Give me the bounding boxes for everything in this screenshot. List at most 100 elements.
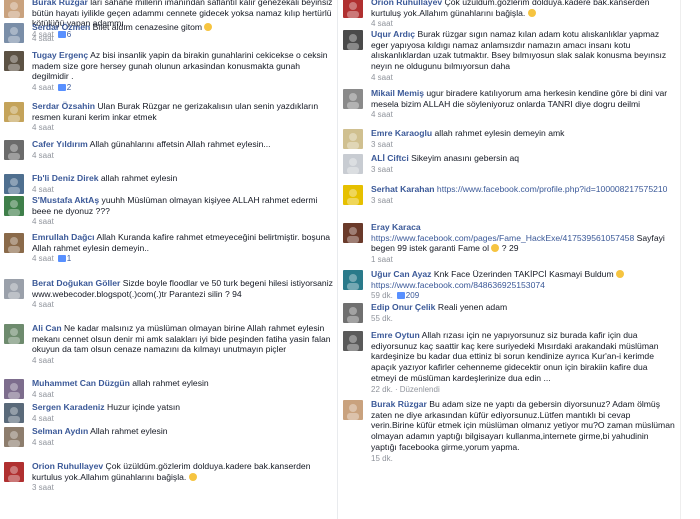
comment-text: Ne kadar malsınız ya müslüman olmayan bi… (32, 323, 331, 355)
comment-time[interactable]: 4 saat (371, 110, 393, 119)
commenter-name[interactable]: Serhat Karahan (371, 184, 435, 194)
comment-body: Selman Aydın Allah rahmet eylesin 4 saat (32, 426, 334, 448)
avatar[interactable] (343, 270, 363, 290)
commenter-name[interactable]: Cafer Yıldırım (32, 139, 88, 149)
commenter-name[interactable]: Uğur Can Ayaz (371, 269, 431, 279)
comment-meta: 3 saat (371, 196, 675, 206)
comment-time[interactable]: 59 dk. (371, 291, 393, 300)
commenter-name[interactable]: Fb'li Deniz Direk (32, 173, 99, 183)
commenter-name[interactable]: Burak Rüzgar (371, 399, 427, 409)
commenter-name[interactable]: ALİ Ciftci (371, 153, 409, 163)
like-count[interactable]: 209 (396, 291, 419, 300)
avatar[interactable] (4, 140, 24, 160)
commenter-name[interactable]: Emrullah Dağcı (32, 232, 95, 242)
comment-time[interactable]: 4 saat (32, 123, 54, 132)
commenter-name[interactable]: Orion Ruhullayev (371, 0, 442, 7)
comment-time[interactable]: 22 dk. (371, 385, 393, 394)
comment-time[interactable]: 4 saat (371, 19, 393, 28)
comment-body: ALİ Ciftci Sikeyim anasını gebersin aq 3 … (371, 153, 675, 175)
comment-time[interactable]: 1 saat (371, 255, 393, 264)
avatar[interactable] (4, 379, 24, 399)
comment-link[interactable]: https://www.facebook.com/pages/Fame_Hack… (371, 233, 634, 243)
edited-label[interactable]: Düzenlendi (400, 385, 440, 394)
comment-meta: 4 saat (32, 414, 334, 424)
commenter-name[interactable]: Edip Onur Çelik (371, 302, 435, 312)
comment-meta: 3 saat (371, 165, 675, 175)
comment-time[interactable]: 3 saat (371, 165, 393, 174)
commenter-name[interactable]: Muhammet Can Düzgün (32, 378, 130, 388)
comment-time[interactable]: 3 saat (32, 483, 54, 492)
avatar[interactable] (343, 129, 363, 149)
comment-time[interactable]: 4 saat (32, 34, 54, 43)
avatar[interactable] (4, 427, 24, 447)
comment-time[interactable]: 4 saat (32, 356, 54, 365)
comment-time[interactable]: 3 saat (371, 140, 393, 149)
comment-time[interactable]: 4 saat (32, 254, 54, 263)
comment-time[interactable]: 4 saat (32, 438, 54, 447)
avatar[interactable] (4, 0, 24, 18)
comment-time[interactable]: 4 saat (32, 414, 54, 423)
commenter-name[interactable]: S'Mustafa AktAş (32, 195, 99, 205)
comment-time[interactable]: 4 saat (371, 73, 393, 82)
commenter-name[interactable]: Eray Karaca (371, 222, 421, 232)
comment-body: Eray Karaca https://www.facebook.com/pag… (371, 222, 675, 265)
avatar[interactable] (4, 324, 24, 344)
avatar[interactable] (4, 403, 24, 423)
avatar[interactable] (343, 223, 363, 243)
comment-time[interactable]: 4 saat (32, 185, 54, 194)
comment-time[interactable]: 3 saat (371, 196, 393, 205)
comment-meta: 15 dk. (371, 454, 675, 464)
commenter-name[interactable]: Emre Karaoglu (371, 128, 432, 138)
commenter-name[interactable]: Selman Aydın (32, 426, 88, 436)
avatar[interactable] (343, 30, 363, 50)
comment-time[interactable]: 4 saat (32, 300, 54, 309)
smile-emoji-icon (188, 472, 197, 481)
avatar[interactable] (343, 303, 363, 323)
avatar[interactable] (4, 23, 24, 43)
comment-time[interactable]: 4 saat (32, 390, 54, 399)
comment-body: Emre Oytun Allah rızası için ne yapıyors… (371, 330, 675, 395)
comment-body: Burak Rüzgar Bu adam size ne yaptı da ge… (371, 399, 675, 464)
comment-time[interactable]: 15 dk. (371, 454, 393, 463)
comment-body: Emrullah Dağcı Allah Kuranda kafire rahm… (32, 232, 334, 264)
comment-link[interactable]: https://www.facebook.com/848636925153074 (371, 280, 545, 290)
commenter-name[interactable]: Serdar Özmen (32, 22, 90, 32)
comment-body: Edip Onur Çelik Reali yenen adam 55 dk. (371, 302, 675, 324)
commenter-name[interactable]: Uqur Ardıç (371, 29, 415, 39)
avatar[interactable] (4, 462, 24, 482)
commenter-name[interactable]: Burak Rüzgar (32, 0, 88, 7)
avatar[interactable] (4, 196, 24, 216)
avatar[interactable] (4, 279, 24, 299)
commenter-name[interactable]: Mikail Memiş (371, 88, 424, 98)
avatar[interactable] (4, 51, 24, 71)
avatar[interactable] (343, 89, 363, 109)
comment-link[interactable]: https://www.facebook.com/profile.php?id=… (437, 184, 668, 194)
avatar[interactable] (343, 331, 363, 351)
commenter-name[interactable]: Sergen Karadeniz (32, 402, 105, 412)
avatar[interactable] (343, 400, 363, 420)
comment-time[interactable]: 4 saat (32, 217, 54, 226)
commenter-name[interactable]: Tugay Ergenç (32, 50, 88, 60)
commenter-name[interactable]: Ali Can (32, 323, 62, 333)
like-count[interactable]: 2 (57, 83, 71, 92)
comment-time[interactable]: 4 saat (32, 151, 54, 160)
commenter-name[interactable]: Emre Oytun (371, 330, 420, 340)
avatar[interactable] (4, 233, 24, 253)
avatar[interactable] (4, 174, 24, 194)
commenter-name[interactable]: Berat Doğukan Göller (32, 278, 120, 288)
commenter-name[interactable]: Orion Ruhullayev (32, 461, 103, 471)
avatar[interactable] (343, 185, 363, 205)
comment-body: Emre Karaoglu allah rahmet eylesin demey… (371, 128, 675, 150)
avatar[interactable] (343, 0, 363, 18)
like-count[interactable]: 1 (57, 254, 71, 263)
comment-body: Tugay Ergenç Az bisi insanlik yapin da b… (32, 50, 334, 93)
avatar[interactable] (4, 102, 24, 122)
comment-time[interactable]: 55 dk. (371, 314, 393, 323)
avatar[interactable] (343, 154, 363, 174)
comment-meta: 4 saat (32, 123, 334, 133)
comment-meta: 4 saat (32, 151, 334, 161)
comment-time[interactable]: 4 saat (32, 83, 54, 92)
commenter-name[interactable]: Serdar Özsahin (32, 101, 95, 111)
comment-body: Sergen Karadeniz Huzur içinde yatsın 4 sa… (32, 402, 334, 424)
comment-meta: 3 saat (371, 140, 675, 150)
